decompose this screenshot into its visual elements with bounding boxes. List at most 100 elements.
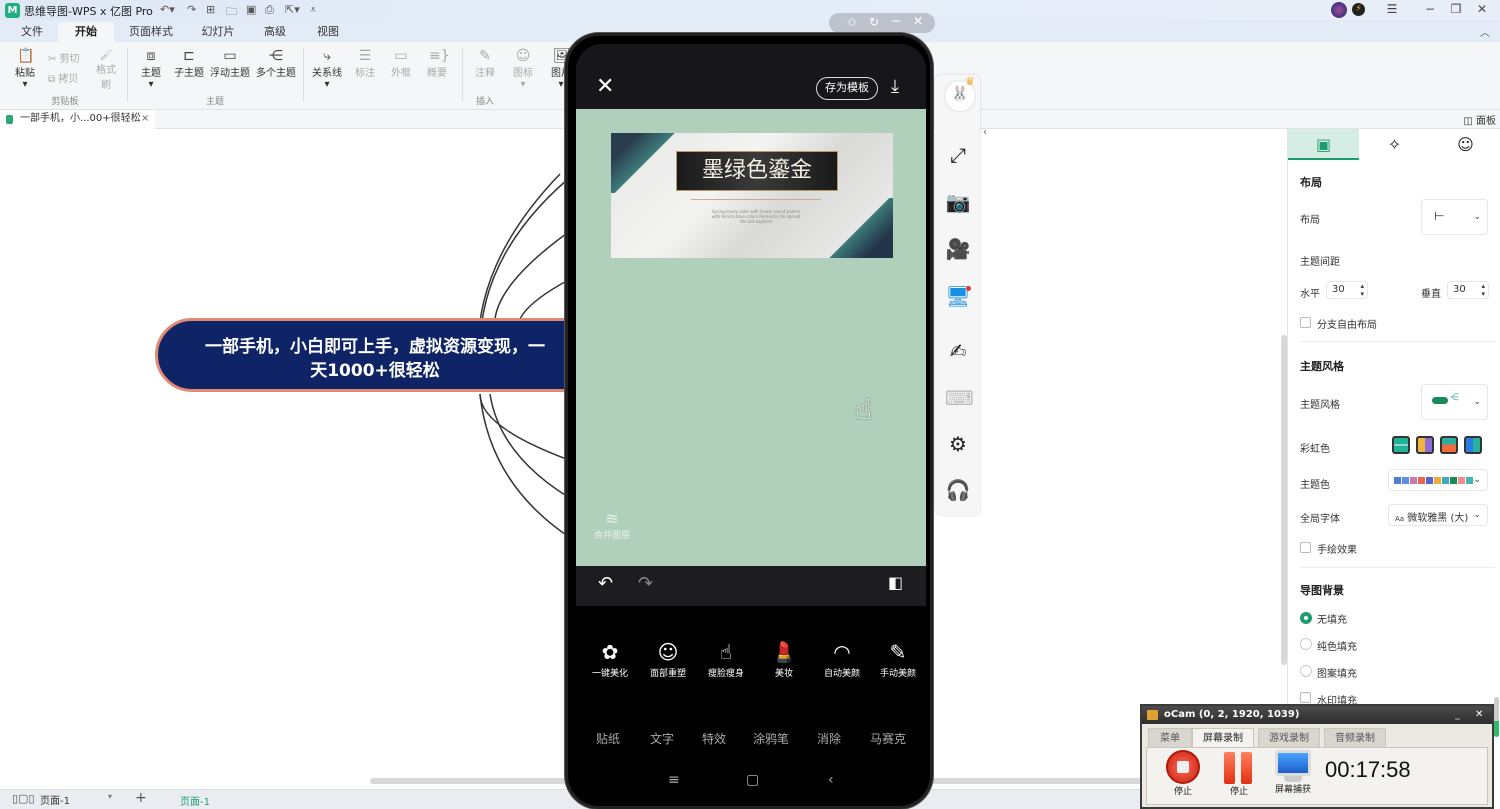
more-icon[interactable]: ⩡ (310, 3, 316, 17)
tool-face-reshape[interactable]: ☺ 面部重塑 (640, 638, 696, 679)
rainbow-option[interactable] (1464, 436, 1482, 454)
rainbow-option[interactable] (1392, 436, 1410, 454)
ai-tab[interactable]: ✧ (1359, 129, 1430, 160)
horizontal-spacing-input[interactable]: 30 ▴ ▾ (1326, 281, 1368, 299)
stepper-icon[interactable]: ▴ ▾ (1360, 282, 1364, 298)
download-icon[interactable]: ⤓ (891, 76, 899, 97)
tool-manual-beauty[interactable]: ✎ 手动美颜 (870, 638, 926, 679)
ocam-tab-audio-record[interactable]: 音频录制 (1324, 728, 1386, 747)
tab-advanced[interactable]: 高级 (252, 22, 298, 42)
document-tab[interactable]: 一部手机，小...00+很轻松 × (0, 110, 155, 129)
page-overview-icon[interactable]: ▯▢▯ (12, 792, 35, 805)
hand-drawn-checkbox[interactable] (1300, 542, 1311, 553)
print-icon[interactable]: ⎙ (265, 3, 274, 17)
badge-icon[interactable]: ⚡ (1352, 3, 1365, 16)
export-icon[interactable]: ⇱▾ (285, 3, 300, 16)
headset-icon[interactable]: 🎧 (945, 477, 971, 503)
floating-topic-button[interactable]: ▭ 浮动主题 (210, 48, 250, 79)
tab-stickers[interactable]: 贴纸 (596, 730, 620, 747)
layout-select[interactable]: ⊢ ⌄ (1421, 199, 1488, 235)
pin-icon[interactable]: ✩ (847, 15, 857, 29)
collapse-ribbon-icon[interactable]: ︿ (1480, 24, 1490, 39)
redo-icon[interactable]: ↷ (638, 573, 653, 594)
tab-erase[interactable]: 消除 (817, 730, 841, 747)
note-button[interactable]: ✎ 注释 (472, 48, 498, 79)
close-icon[interactable]: ✕ (596, 74, 614, 99)
summary-button[interactable]: ≡} 概要 (424, 48, 450, 79)
undo-icon[interactable]: ↶▾ (160, 3, 175, 16)
ocam-tab-menu[interactable]: 菜单 (1148, 728, 1192, 747)
page-tab[interactable]: 页面-1 (180, 793, 210, 808)
tab-view[interactable]: 视图 (305, 22, 351, 42)
watermark-checkbox[interactable] (1300, 692, 1311, 703)
tab-text[interactable]: 文字 (650, 730, 674, 747)
tab-home[interactable]: 开始 (58, 22, 114, 42)
nav-menu-icon[interactable]: ≡ (668, 772, 680, 788)
tab-file[interactable]: 文件 (10, 22, 54, 42)
minimize-icon[interactable]: − (891, 14, 901, 28)
panel-scrollbar[interactable] (1494, 697, 1499, 737)
ocam-minimize-button[interactable]: _ (1455, 706, 1460, 724)
free-layout-checkbox[interactable] (1300, 317, 1311, 328)
tab-mosaic[interactable]: 马赛克 (870, 730, 906, 747)
close-button[interactable]: ✕ (1473, 2, 1491, 16)
tool-slim[interactable]: ☝ 瘦脸瘦身 (698, 638, 754, 679)
close-icon[interactable]: ✕ (913, 14, 923, 28)
font-select[interactable]: Aa 微软雅黑 (大) ⌄ (1388, 504, 1488, 526)
undo-icon[interactable]: ↶ (598, 573, 613, 594)
layout-tab[interactable]: ▣ (1288, 129, 1359, 160)
root-topic-node[interactable]: 一部手机，小白即可上手，虚拟资源变现，一 天1000+很轻松 (155, 318, 595, 392)
keyboard-icon[interactable]: ⌨ (945, 385, 974, 411)
stepper-icon[interactable]: ▴ ▾ (1481, 282, 1485, 298)
ocam-stop-button[interactable]: 停止 (1163, 750, 1203, 797)
tab-page-style[interactable]: 页面样式 (122, 22, 180, 42)
settings-icon[interactable]: ⚙ (945, 431, 971, 457)
theme-style-select[interactable]: ⋲ ⌄ (1421, 384, 1488, 420)
pattern-fill-radio[interactable] (1300, 665, 1312, 677)
merge-layers-button[interactable]: ≋ 合并图层 (594, 509, 630, 541)
close-tab-icon[interactable]: × (141, 110, 149, 128)
rainbow-option[interactable] (1416, 436, 1434, 454)
boundary-button[interactable]: ▭ 外框 (388, 48, 414, 79)
rotate-icon[interactable]: ↻ (869, 15, 879, 29)
minimize-button[interactable]: − (1421, 2, 1439, 16)
format-painter-button[interactable]: 🖌 格式刷 (92, 50, 120, 91)
ocam-close-button[interactable]: ✕ (1475, 706, 1483, 724)
save-icon[interactable]: ▣ (246, 3, 256, 16)
compare-icon[interactable]: ◧ (888, 573, 903, 592)
tool-makeup[interactable]: 💄 美妆 (756, 638, 812, 679)
template-image[interactable]: 墨绿色鎏金 Spring lovely color with lovely so… (611, 133, 893, 258)
icon-tab[interactable]: ☺ (1430, 129, 1500, 160)
topic-button[interactable]: ⧈ 主题 ▾ (138, 48, 164, 90)
nav-back-icon[interactable]: ‹ (828, 772, 834, 788)
ocam-pause-button[interactable]: 停止 (1219, 750, 1259, 797)
theme-color-select[interactable]: ⌄ (1388, 469, 1488, 491)
restore-button[interactable]: ❐ (1447, 2, 1465, 16)
tool-auto-beauty[interactable]: ◠ 自动美颜 (814, 638, 870, 679)
no-fill-radio[interactable] (1300, 612, 1312, 624)
page-select[interactable]: 页面-1 ▾ (40, 792, 120, 807)
save-template-button[interactable]: 存为模板 (816, 77, 878, 100)
tab-doodle[interactable]: 涂鸦笔 (753, 730, 789, 747)
ocam-tab-screen-record[interactable]: 屏幕录制 (1192, 728, 1254, 747)
menu-icon[interactable]: ☰ (1383, 2, 1401, 16)
camera-icon[interactable]: 📷 (945, 189, 971, 215)
multiple-topics-button[interactable]: ⋲ 多个主题 (256, 48, 296, 79)
subtopic-button[interactable]: ⊏ 子主题 (172, 48, 206, 79)
panel-toggle-button[interactable]: ◫ 面板 (1463, 112, 1496, 127)
editor-canvas[interactable]: 墨绿色鎏金 Spring lovely color with lovely so… (576, 109, 926, 566)
video-record-icon[interactable]: 🎥 (945, 236, 971, 262)
icon-button[interactable]: ☺ 图标 ▾ (510, 48, 536, 90)
fullscreen-icon[interactable]: ⤢ (945, 142, 971, 168)
tool-one-click-beautify[interactable]: ✿ 一键美化 (582, 638, 638, 679)
vertical-spacing-input[interactable]: 30 ▴ ▾ (1447, 281, 1489, 299)
ocam-capture-button[interactable]: 屏幕捕获 (1271, 750, 1315, 795)
tab-slides[interactable]: 幻灯片 (190, 22, 246, 42)
solid-fill-radio[interactable] (1300, 638, 1312, 650)
copy-button[interactable]: ⧉ 拷贝 (48, 70, 78, 85)
callout-button[interactable]: ☰ 标注 (352, 48, 378, 79)
paste-button[interactable]: 📋 粘贴 ▾ (12, 48, 38, 90)
new-icon[interactable]: ⊞ (206, 3, 215, 16)
rainbow-option[interactable] (1440, 436, 1458, 454)
collapse-arrow-icon[interactable]: ‹ (983, 127, 987, 138)
